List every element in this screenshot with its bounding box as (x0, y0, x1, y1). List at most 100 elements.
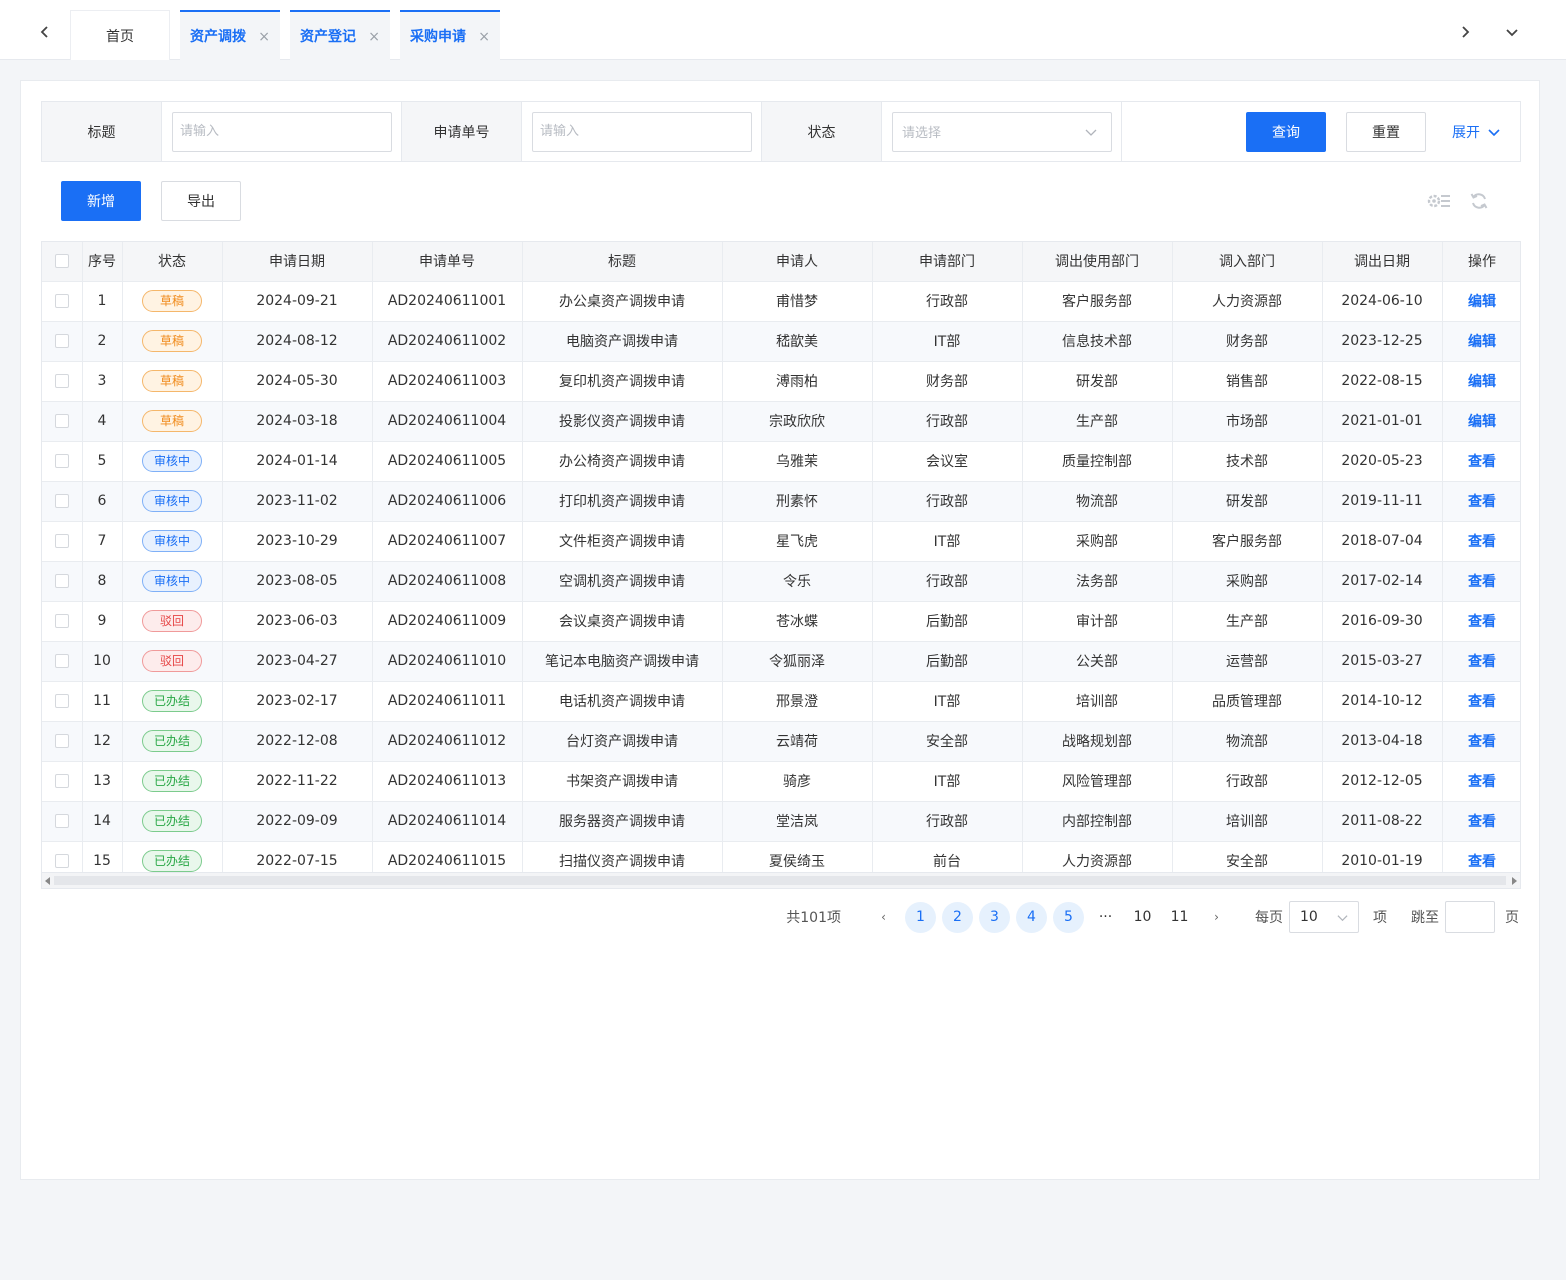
cell-title: 文件柜资产调拨申请 (522, 521, 723, 562)
row-checkbox[interactable] (54, 654, 69, 668)
add-button[interactable]: 新增 (61, 181, 141, 221)
reset-button[interactable]: 重置 (1346, 111, 1426, 152)
status-badge: 驳回 (142, 610, 202, 632)
cell-out-dept: 信息技术部 (1022, 321, 1173, 362)
cell-title: 办公椅资产调拨申请 (522, 441, 723, 482)
cell-dept: IT部 (872, 521, 1023, 562)
status-select[interactable]: 请选择 (892, 111, 1112, 152)
tab-menu-chevron-down-icon[interactable] (1497, 14, 1527, 50)
row-checkbox[interactable] (54, 694, 69, 708)
cell-order: AD20240611002 (372, 321, 523, 362)
tab-scroll-right-icon[interactable] (1450, 14, 1480, 50)
page-button-3[interactable]: 3 (979, 901, 1010, 933)
cell-date: 2023-10-29 (222, 521, 373, 562)
cell-in-dept: 培训部 (1172, 801, 1323, 842)
column-header: 操作 (1442, 242, 1520, 282)
cell-out-dept: 生产部 (1022, 401, 1173, 442)
page-button-5[interactable]: 5 (1053, 901, 1084, 933)
table-tools (1411, 189, 1491, 213)
cell-title: 打印机资产调拨申请 (522, 481, 723, 522)
row-checkbox[interactable] (54, 494, 69, 508)
view-link[interactable]: 查看 (1468, 494, 1496, 510)
view-link[interactable]: 查看 (1468, 774, 1496, 790)
tab-close-icon[interactable]: × (258, 29, 270, 45)
view-link[interactable]: 查看 (1468, 534, 1496, 550)
tab-open-2[interactable]: 资产登记 × (290, 10, 390, 60)
view-link[interactable]: 查看 (1468, 734, 1496, 750)
view-link[interactable]: 查看 (1468, 614, 1496, 630)
row-checkbox[interactable] (54, 534, 69, 548)
tab-close-icon[interactable]: × (478, 29, 490, 45)
cell-in-dept: 采购部 (1172, 561, 1323, 602)
status-badge: 审核中 (142, 450, 202, 472)
table-row: 12 已办结 2022-12-08 AD20240611012 台灯资产调拨申请 云靖荷安… (42, 721, 1520, 762)
cell-status: 已办结 (122, 761, 223, 802)
view-link[interactable]: 查看 (1468, 454, 1496, 470)
view-link[interactable]: 查看 (1468, 654, 1496, 670)
page-size-select[interactable]: 10 (1289, 901, 1359, 933)
tab-scroll-left-icon[interactable] (30, 14, 60, 50)
cell-title: 复印机资产调拨申请 (522, 361, 723, 402)
horizontal-scrollbar[interactable] (42, 872, 1520, 888)
scroll-right-arrow-icon[interactable] (1512, 877, 1517, 885)
row-checkbox[interactable] (54, 814, 69, 828)
scroll-left-arrow-icon[interactable] (45, 877, 50, 885)
view-link[interactable]: 查看 (1468, 854, 1496, 870)
jump-page-input[interactable] (1445, 901, 1495, 933)
view-link[interactable]: 查看 (1468, 814, 1496, 830)
cell-date: 2024-03-18 (222, 401, 373, 442)
refresh-icon[interactable] (1467, 189, 1491, 213)
row-checkbox[interactable] (54, 294, 69, 308)
row-checkbox[interactable] (54, 734, 69, 748)
edit-link[interactable]: 编辑 (1468, 334, 1496, 350)
title-input[interactable] (172, 111, 392, 152)
tab-open-1[interactable]: 资产调拨 × (180, 10, 280, 60)
cell-date: 2023-04-27 (222, 641, 373, 682)
chevron-down-icon (1488, 128, 1500, 136)
select-all-checkbox[interactable] (54, 254, 69, 269)
column-settings-icon[interactable] (1427, 189, 1451, 213)
page-button-4[interactable]: 4 (1016, 901, 1047, 933)
page-button-2[interactable]: 2 (942, 901, 973, 933)
order-number-input[interactable] (532, 111, 752, 152)
edit-link[interactable]: 编辑 (1468, 374, 1496, 390)
view-link[interactable]: 查看 (1468, 694, 1496, 710)
column-header: 申请人 (722, 242, 873, 282)
cell-out-date: 2019-11-11 (1322, 481, 1443, 522)
table-row: 10 驳回 2023-04-27 AD20240611010 笔记本电脑资产调拨申请 令狐… (42, 641, 1520, 682)
row-checkbox[interactable] (54, 774, 69, 788)
row-select-cell (42, 401, 83, 442)
scrollbar-thumb[interactable] (54, 876, 1506, 885)
row-checkbox[interactable] (54, 854, 69, 868)
cell-action: 编辑 (1442, 321, 1520, 362)
row-checkbox[interactable] (54, 374, 69, 388)
cell-title: 会议桌资产调拨申请 (522, 601, 723, 642)
page-ellipsis[interactable]: ··· (1090, 902, 1121, 933)
prev-page-button[interactable]: ‹ (868, 902, 899, 933)
cell-title: 台灯资产调拨申请 (522, 721, 723, 762)
cell-no: 8 (82, 561, 123, 602)
tab-open-3[interactable]: 采购申请 × (400, 10, 500, 60)
query-button[interactable]: 查询 (1246, 111, 1326, 152)
export-button[interactable]: 导出 (161, 181, 241, 221)
next-page-button[interactable]: › (1201, 902, 1232, 933)
row-checkbox[interactable] (54, 454, 69, 468)
edit-link[interactable]: 编辑 (1468, 414, 1496, 430)
page-button-1[interactable]: 1 (905, 901, 936, 933)
tab-close-icon[interactable]: × (368, 29, 380, 45)
cell-out-dept: 物流部 (1022, 481, 1173, 522)
cell-status: 草稿 (122, 361, 223, 402)
row-checkbox[interactable] (54, 574, 69, 588)
table-row: 7 审核中 2023-10-29 AD20240611007 文件柜资产调拨申请 星飞虎 I… (42, 521, 1520, 562)
cell-title: 服务器资产调拨申请 (522, 801, 723, 842)
tab-home[interactable]: 首页 (70, 10, 170, 60)
page-button-10[interactable]: 10 (1127, 902, 1158, 933)
view-link[interactable]: 查看 (1468, 574, 1496, 590)
page-button-11[interactable]: 11 (1164, 902, 1195, 933)
cell-dept: 行政部 (872, 281, 1023, 322)
row-checkbox[interactable] (54, 414, 69, 428)
edit-link[interactable]: 编辑 (1468, 294, 1496, 310)
row-checkbox[interactable] (54, 614, 69, 628)
row-checkbox[interactable] (54, 334, 69, 348)
expand-toggle[interactable]: 展开 (1452, 122, 1500, 142)
